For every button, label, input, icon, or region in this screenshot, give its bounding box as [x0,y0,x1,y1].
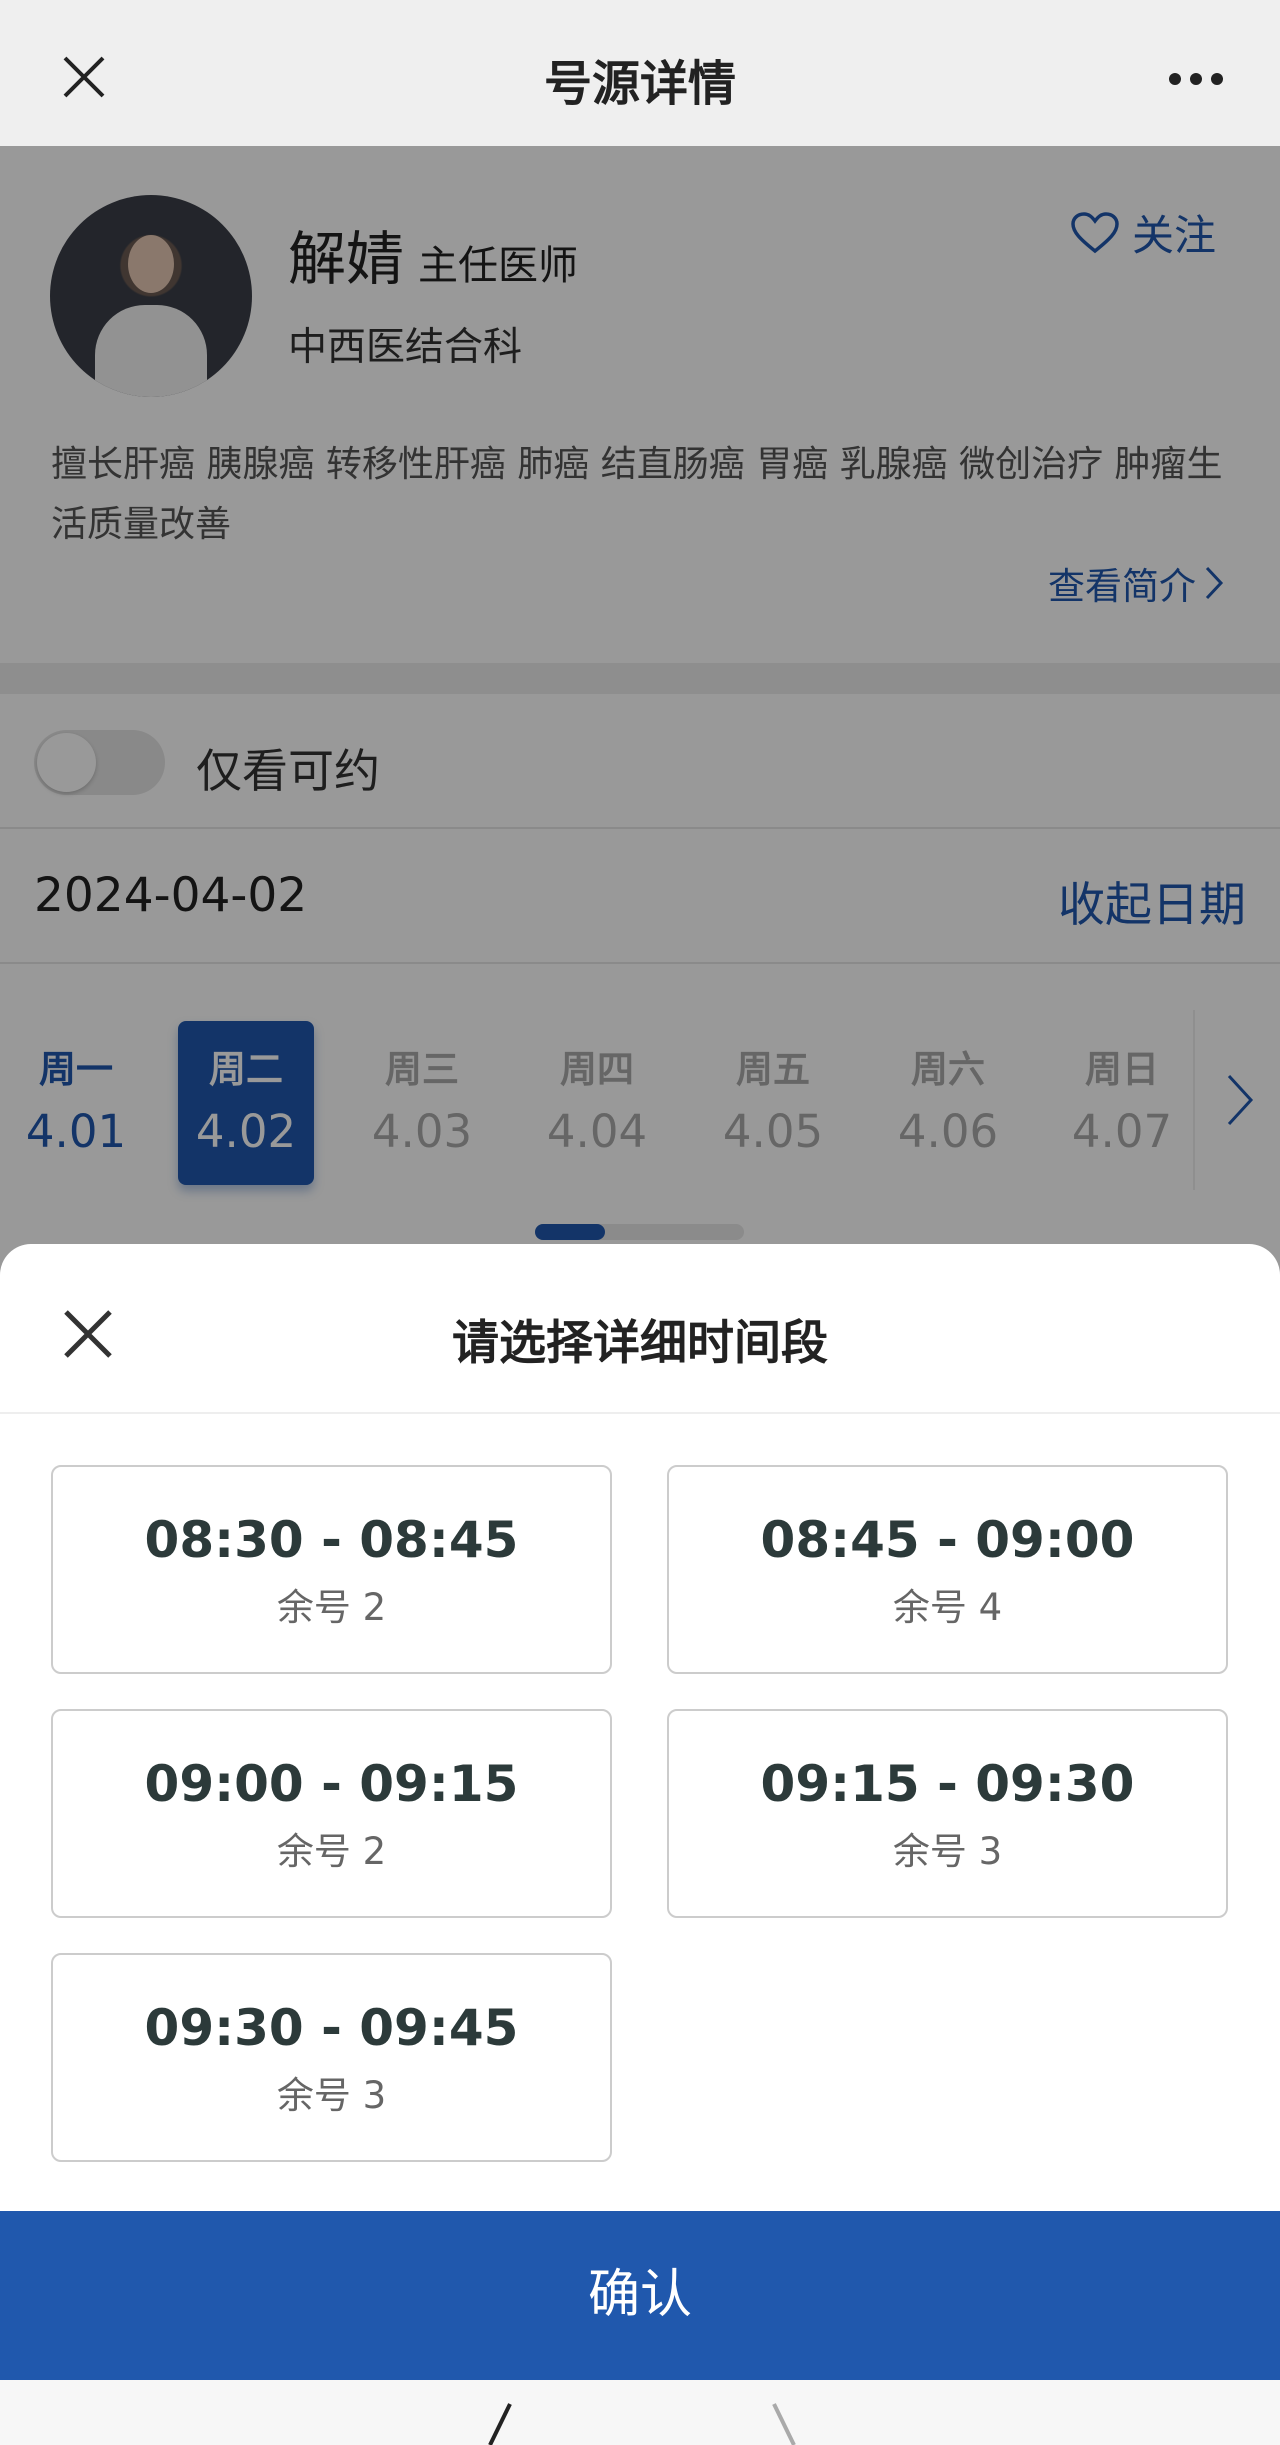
page-title: 号源详情 [543,56,736,112]
back-arrow-icon[interactable] [484,2400,514,2445]
top-nav-bar: 号源详情 [0,0,1280,146]
slot-remaining: 余号 2 [276,1830,387,1873]
browser-bottom-bar [0,2380,1280,2445]
slot-time: 08:45 - 09:00 [760,1511,1135,1569]
slot-time: 09:00 - 09:15 [144,1755,519,1813]
slot-remaining: 余号 3 [276,2074,387,2117]
time-slot-card[interactable]: 09:00 - 09:15 余号 2 [51,1709,612,1918]
time-slot-card[interactable]: 08:45 - 09:00 余号 4 [667,1465,1228,1674]
slot-remaining: 余号 4 [892,1586,1003,1629]
slot-time: 09:30 - 09:45 [144,1999,519,2057]
slot-time: 08:30 - 08:45 [144,1511,519,1569]
confirm-button[interactable]: 确认 [0,2211,1280,2380]
sheet-title: 请选择详细时间段 [452,1316,828,1371]
slot-remaining: 余号 3 [892,1830,1003,1873]
slot-time: 09:15 - 09:30 [760,1755,1135,1813]
time-slot-card[interactable]: 09:15 - 09:30 余号 3 [667,1709,1228,1918]
more-dots-icon[interactable] [1168,72,1224,86]
divider [0,1412,1280,1414]
time-slot-sheet: 请选择详细时间段 08:30 - 08:45 余号 2 08:45 - 09:00 余… [0,1244,1280,2445]
time-slot-card[interactable]: 09:30 - 09:45 余号 3 [51,1953,612,2162]
time-slot-card[interactable]: 08:30 - 08:45 余号 2 [51,1465,612,1674]
slot-remaining: 余号 2 [276,1586,387,1629]
forward-arrow-icon[interactable] [770,2400,800,2445]
